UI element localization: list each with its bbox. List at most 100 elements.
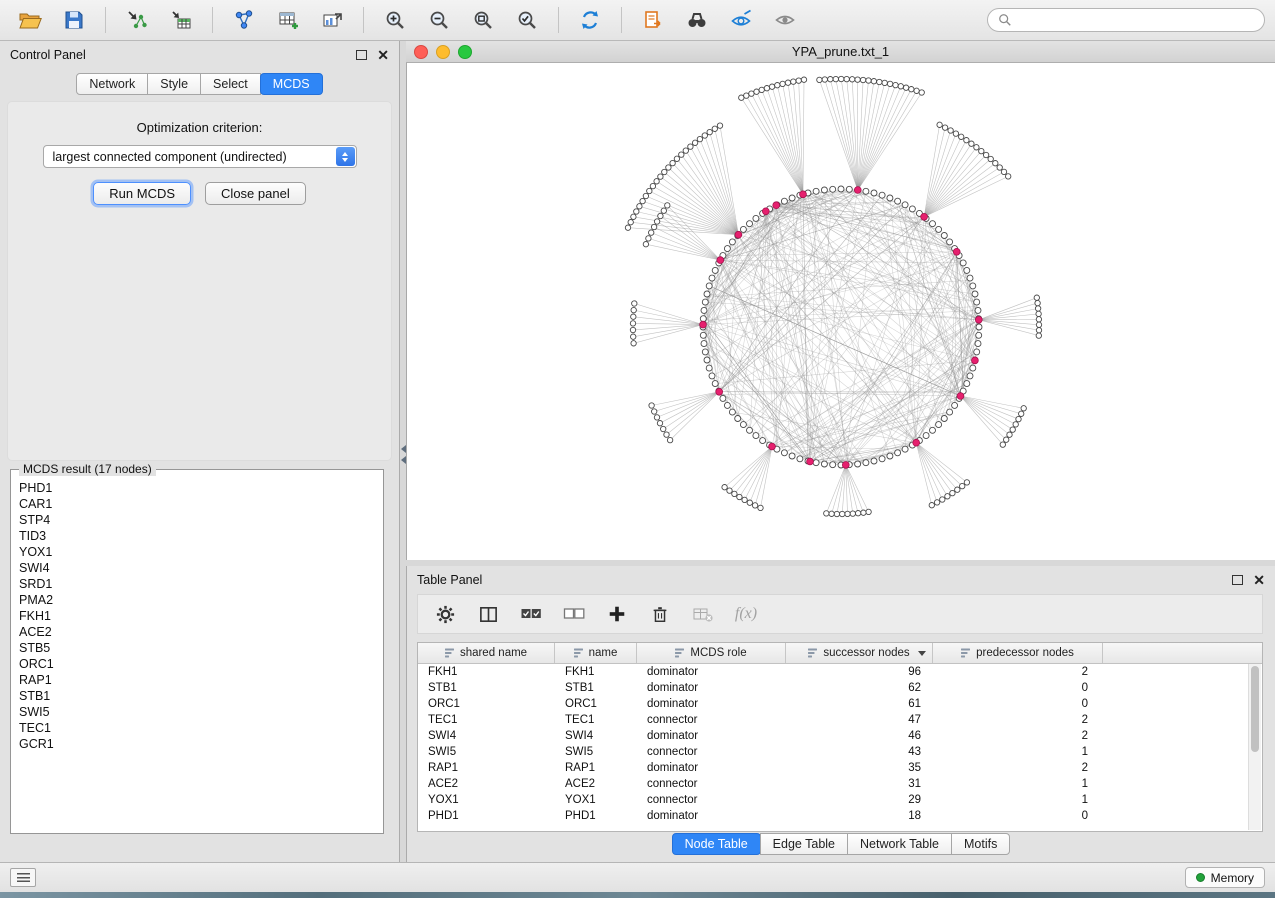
status-menu-button[interactable] <box>10 868 36 887</box>
cell-shared-name: FKH1 <box>418 664 555 680</box>
column-header-predecessor-nodes[interactable]: predecessor nodes <box>933 643 1103 663</box>
mcds-result-item[interactable]: ORC1 <box>19 656 383 672</box>
cell-predecessor-nodes: 0 <box>933 680 1103 696</box>
cell-name: PHD1 <box>555 808 637 824</box>
close-panel-x-icon[interactable]: ✕ <box>377 49 389 61</box>
export-image-button[interactable] <box>312 4 352 36</box>
mcds-result-item[interactable]: RAP1 <box>19 672 383 688</box>
open-session-button[interactable] <box>10 4 50 36</box>
maximize-window-icon[interactable] <box>458 45 472 59</box>
memory-button[interactable]: Memory <box>1185 867 1265 888</box>
mcds-result-item[interactable]: TID3 <box>19 528 383 544</box>
run-mcds-button[interactable]: Run MCDS <box>93 182 191 205</box>
mcds-result-item[interactable]: FKH1 <box>19 608 383 624</box>
table-row[interactable]: YOX1YOX1connector291 <box>418 792 1262 808</box>
search-network-button[interactable] <box>677 4 717 36</box>
delete-table-button[interactable] <box>690 601 716 627</box>
zoom-selected-button[interactable] <box>507 4 547 36</box>
mcds-result-item[interactable]: CAR1 <box>19 496 383 512</box>
table-row[interactable]: PHD1PHD1dominator180 <box>418 808 1262 824</box>
function-builder-button[interactable]: f(x) <box>733 601 759 627</box>
toolbar-separator <box>621 7 622 33</box>
new-table-button[interactable] <box>268 4 308 36</box>
network-graph[interactable] <box>407 63 1275 560</box>
control-panel: Control Panel ✕ NetworkStyleSelectMCDS O… <box>0 41 400 862</box>
deselect-all-button[interactable] <box>561 601 587 627</box>
scrollbar-thumb[interactable] <box>1251 666 1259 752</box>
mcds-result-item[interactable]: SRD1 <box>19 576 383 592</box>
mcds-result-item[interactable]: YOX1 <box>19 544 383 560</box>
import-network-icon <box>126 9 148 31</box>
tab-node-table[interactable]: Node Table <box>672 833 761 855</box>
column-header-shared-name[interactable]: shared name <box>418 643 555 663</box>
column-header-name[interactable]: name <box>555 643 637 663</box>
table-row[interactable]: SWI4SWI4dominator462 <box>418 728 1262 744</box>
tab-mcds[interactable]: MCDS <box>260 73 323 95</box>
column-header-successor-nodes[interactable]: successor nodes <box>786 643 933 663</box>
import-table-button[interactable] <box>161 4 201 36</box>
share-document-button[interactable] <box>633 4 673 36</box>
network-canvas[interactable] <box>406 63 1275 560</box>
mcds-result-item[interactable]: PMA2 <box>19 592 383 608</box>
status-bar: Memory <box>0 862 1275 892</box>
mcds-result-item[interactable]: TEC1 <box>19 720 383 736</box>
mcds-result-item[interactable]: ACE2 <box>19 624 383 640</box>
table-row[interactable]: TEC1TEC1connector472 <box>418 712 1262 728</box>
float-panel-icon[interactable] <box>1232 575 1243 585</box>
cell-filler <box>1103 664 1262 680</box>
table-row[interactable]: ACE2ACE2connector311 <box>418 776 1262 792</box>
cell-filler <box>1103 808 1262 824</box>
search-box[interactable] <box>987 8 1265 32</box>
mcds-result-item[interactable]: SWI4 <box>19 560 383 576</box>
tab-select[interactable]: Select <box>200 73 261 95</box>
tab-motifs[interactable]: Motifs <box>951 833 1010 855</box>
close-panel-button[interactable]: Close panel <box>205 182 306 205</box>
cell-mcds-role: dominator <box>637 664 786 680</box>
add-row-button[interactable] <box>604 601 630 627</box>
import-network-button[interactable] <box>117 4 157 36</box>
tab-edge-table[interactable]: Edge Table <box>760 833 848 855</box>
mcds-result-item[interactable]: STB1 <box>19 688 383 704</box>
show-hide-button[interactable] <box>765 4 805 36</box>
minimize-window-icon[interactable] <box>436 45 450 59</box>
mcds-result-item[interactable]: PHD1 <box>19 480 383 496</box>
close-panel-x-icon[interactable]: ✕ <box>1253 574 1265 586</box>
table-settings-button[interactable] <box>432 601 458 627</box>
table-row[interactable]: FKH1FKH1dominator962 <box>418 664 1262 680</box>
close-window-icon[interactable] <box>414 45 428 59</box>
zoom-out-button[interactable] <box>419 4 459 36</box>
zoom-in-button[interactable] <box>375 4 415 36</box>
table-row[interactable]: SWI5SWI5connector431 <box>418 744 1262 760</box>
table-row[interactable]: ORC1ORC1dominator610 <box>418 696 1262 712</box>
criterion-dropdown[interactable]: largest connected component (undirected) <box>43 145 357 168</box>
table-scrollbar[interactable] <box>1248 664 1261 830</box>
zoom-fit-button[interactable] <box>463 4 503 36</box>
tab-style[interactable]: Style <box>147 73 201 95</box>
save-session-button[interactable] <box>54 4 94 36</box>
column-header-mcds-role[interactable]: MCDS role <box>637 643 786 663</box>
network-window-titlebar[interactable]: YPA_prune.txt_1 <box>406 41 1275 63</box>
table-row[interactable]: STB1STB1dominator620 <box>418 680 1262 696</box>
select-all-button[interactable] <box>518 601 544 627</box>
tab-network-table[interactable]: Network Table <box>847 833 952 855</box>
search-input[interactable] <box>1018 12 1254 28</box>
cell-filler <box>1103 728 1262 744</box>
show-columns-button[interactable] <box>475 601 501 627</box>
mcds-result-item[interactable]: STB5 <box>19 640 383 656</box>
delete-row-button[interactable] <box>647 601 673 627</box>
toolbar-separator <box>363 7 364 33</box>
mcds-result-item[interactable]: STP4 <box>19 512 383 528</box>
new-network-button[interactable] <box>224 4 264 36</box>
table-row[interactable]: RAP1RAP1dominator352 <box>418 760 1262 776</box>
sort-chevron-icon <box>918 651 926 656</box>
edit-view-button[interactable] <box>721 4 761 36</box>
list-icon <box>17 873 30 882</box>
apply-layout-button[interactable] <box>570 4 610 36</box>
application-window: Control Panel ✕ NetworkStyleSelectMCDS O… <box>0 0 1275 898</box>
mcds-result-item[interactable]: GCR1 <box>19 736 383 752</box>
mcds-result-item[interactable]: SWI5 <box>19 704 383 720</box>
tab-network[interactable]: Network <box>76 73 148 95</box>
mcds-result-list[interactable]: PHD1CAR1STP4TID3YOX1SWI4SRD1PMA2FKH1ACE2… <box>11 476 383 829</box>
cell-successor-nodes: 61 <box>786 696 933 712</box>
float-panel-icon[interactable] <box>356 50 367 60</box>
